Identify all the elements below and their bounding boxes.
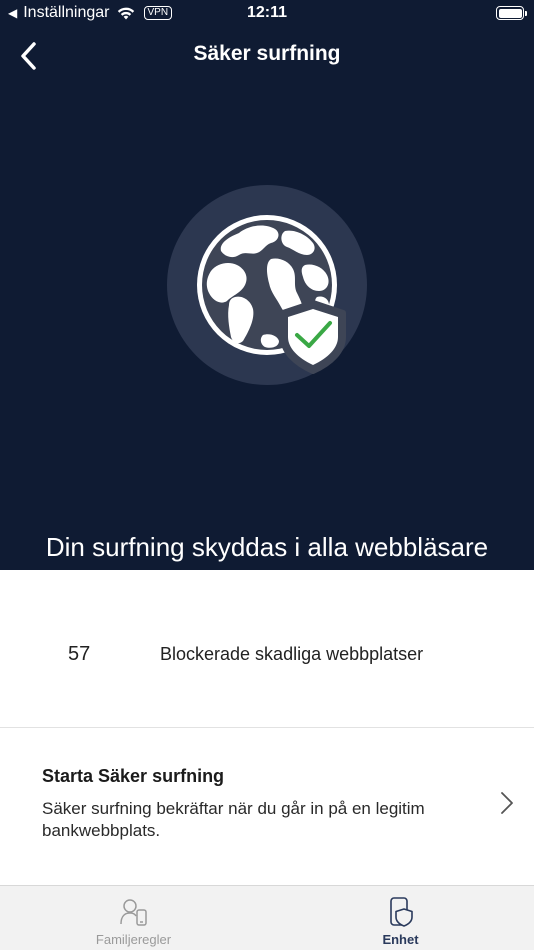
- hero-panel: ◀ Inställningar VPN 12:11 Säker surfning: [0, 0, 534, 570]
- blocked-sites-stat: 57 Blockerade skadliga webbplatser: [0, 570, 534, 728]
- tab-family-rules[interactable]: Familjeregler: [0, 886, 267, 950]
- protection-status-heading: Din surfning skyddas i alla webbläsare: [45, 532, 489, 562]
- family-icon: [119, 899, 147, 926]
- tab-bar: Familjeregler Enhet: [0, 885, 534, 950]
- tab-device[interactable]: Enhet: [267, 886, 534, 950]
- status-bar: ◀ Inställningar VPN 12:11: [0, 0, 534, 28]
- status-time: 12:11: [246, 4, 288, 21]
- blocked-count: 57: [68, 643, 91, 665]
- start-safe-browsing-description: Säker surfning bekräftar när du går in p…: [42, 799, 425, 840]
- device-shield-icon: [389, 897, 413, 927]
- shield-check-icon: [280, 300, 346, 374]
- battery-icon: [496, 6, 527, 20]
- globe-shield-illustration: [197, 215, 346, 374]
- blocked-label: Blockerade skadliga webbplatser: [160, 644, 424, 664]
- chevron-right-icon: [501, 792, 513, 814]
- start-safe-browsing-row[interactable]: Starta Säker surfning Säker surfning bek…: [0, 729, 534, 885]
- start-safe-browsing-title: Starta Säker surfning: [42, 766, 225, 786]
- tab-family-rules-label: Familjeregler: [95, 932, 172, 947]
- page-title: Säker surfning: [193, 42, 341, 65]
- tab-device-label: Enhet: [382, 932, 419, 947]
